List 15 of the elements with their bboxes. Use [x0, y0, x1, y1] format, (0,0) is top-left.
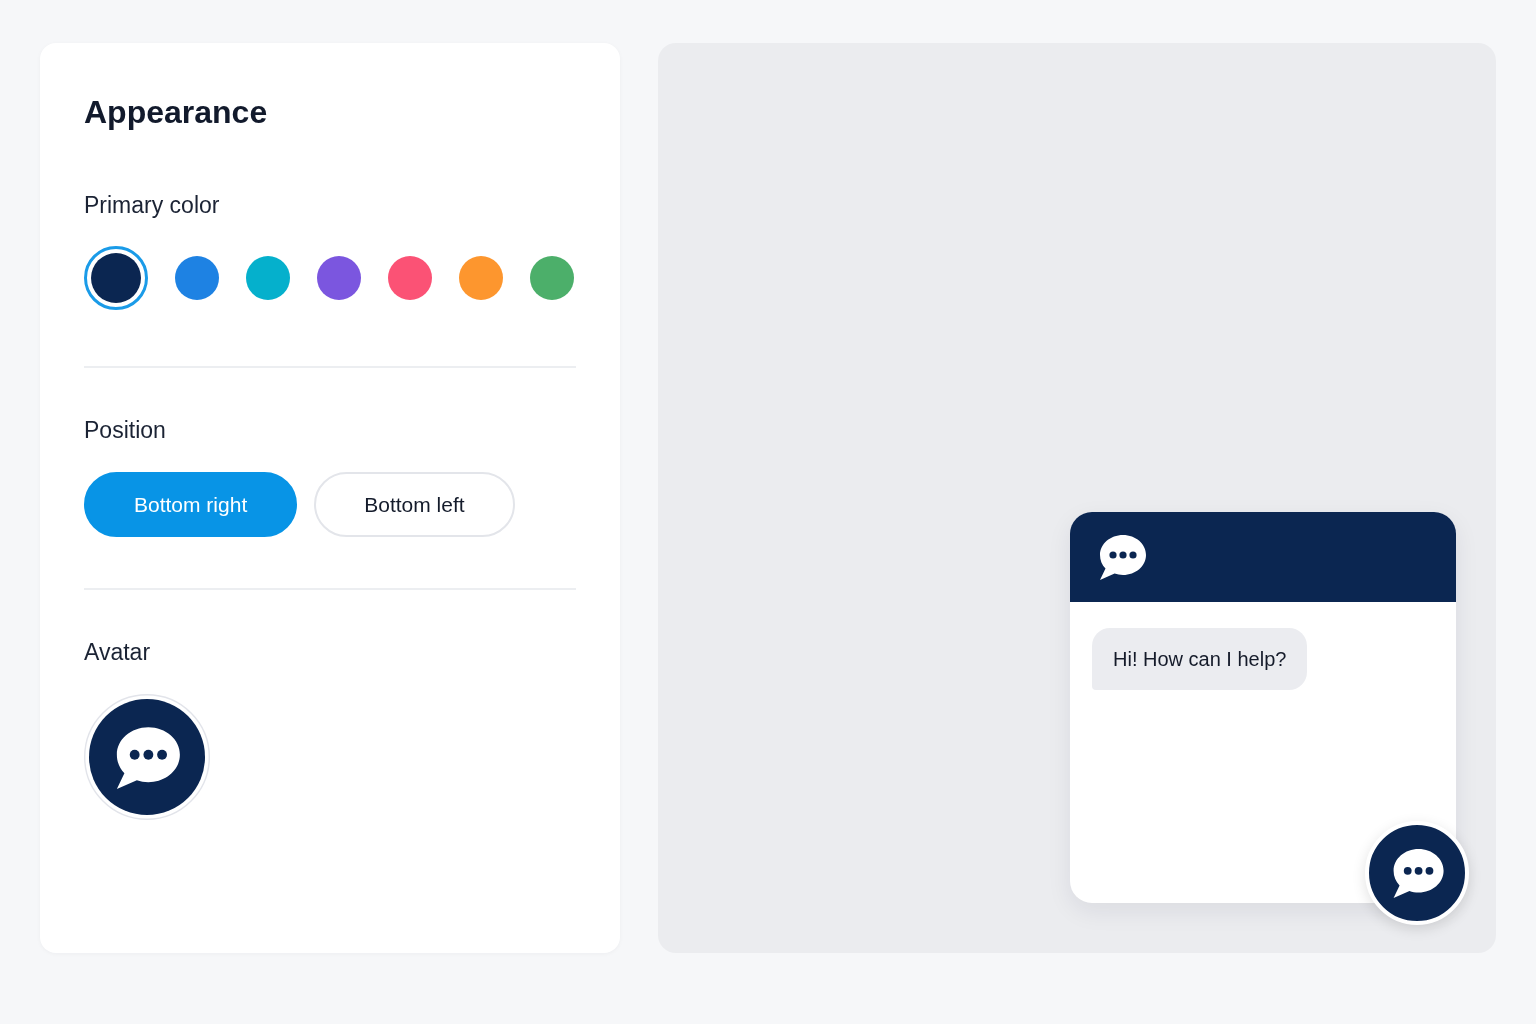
- chat-message: Hi! How can I help?: [1092, 628, 1308, 690]
- color-swatch[interactable]: [388, 256, 432, 300]
- panel-title: Appearance: [84, 93, 269, 131]
- section-label: Avatar: [84, 638, 152, 666]
- color-swatch[interactable]: [84, 246, 148, 310]
- chat-avatar-icon: [84, 694, 210, 820]
- color-swatch[interactable]: [175, 256, 219, 300]
- chat-bubble-icon: [1098, 534, 1146, 580]
- section-label: Primary color: [84, 191, 221, 219]
- color-swatch[interactable]: [459, 256, 503, 300]
- color-swatch[interactable]: [246, 256, 290, 300]
- color-swatch[interactable]: [317, 256, 361, 300]
- position-option[interactable]: Bottom left: [314, 472, 515, 537]
- color-swatch[interactable]: [530, 256, 574, 300]
- section-label: Position: [84, 416, 167, 444]
